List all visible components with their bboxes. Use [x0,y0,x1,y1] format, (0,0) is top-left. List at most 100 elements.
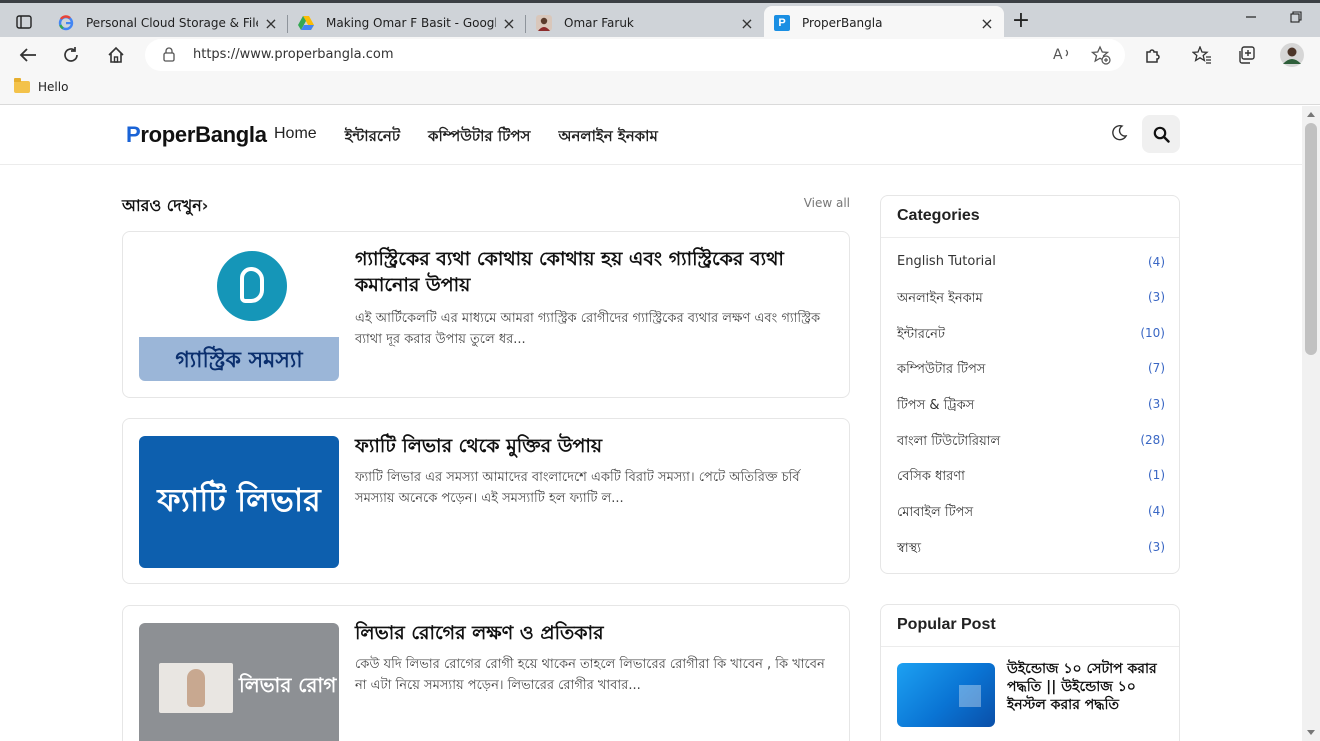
google-drive-icon [298,15,314,31]
thumbnail-caption: লিভার রোগ [239,673,337,697]
profile-photo-icon [536,15,552,31]
thumbnail-caption: গ্যাস্ট্রিক সমস্যা [175,348,303,373]
tab-actions-icon[interactable] [10,10,38,34]
popular-post-title[interactable]: উইন্ডোজ ১০ সেটাপ করার পদ্ধতি || উইন্ডোজ … [1007,660,1167,714]
category-count: (10) [1140,326,1165,340]
category-label[interactable]: টিপস & ট্রিকস [897,398,974,413]
categories-widget: Categories English Tutorial (4) অনলাইন ইন… [880,195,1180,574]
post-title[interactable]: লিভার রোগের লক্ষণ ও প্রতিকার [355,620,825,646]
post-card[interactable]: লিভার রোগ লিভার রোগের লক্ষণ ও প্রতিকার ক… [122,605,850,741]
category-label[interactable]: স্বাস্থ্য [897,541,921,556]
back-arrow-icon[interactable] [15,42,41,68]
post-card[interactable]: ফ্যাটি লিভার ফ্যাটি লিভার থেকে মুক্তির উ… [122,418,850,584]
restore-button[interactable] [1290,11,1302,27]
post-thumbnail[interactable]: গ্যাস্ট্রিক সমস্যা [139,249,339,381]
lock-icon[interactable] [163,47,175,66]
category-item[interactable]: অনলাইন ইনকাম (3) [897,289,1165,309]
post-title[interactable]: ফ্যাটি লিভার থেকে মুক্তির উপায় [355,433,825,459]
post-excerpt: এই আর্টিকেলটি এর মাধ্যমে আমরা গ্যাস্ট্রি… [355,311,821,347]
category-count: (7) [1148,361,1165,375]
category-item[interactable]: English Tutorial (4) [897,254,1165,274]
post-excerpt: কেউ যদি লিভার রোগের রোগী হয়ে থাকেন তাহল… [355,657,825,693]
address-bar[interactable]: https://www.properbangla.com A [145,39,1125,71]
close-icon[interactable]: × [980,14,994,33]
category-label[interactable]: বাংলা টিউটোরিয়াল [897,434,1000,449]
folder-icon [14,78,30,93]
category-count: (3) [1148,540,1165,554]
category-count: (3) [1148,290,1165,304]
tab-properbangla[interactable]: P ProperBangla × [764,6,1004,40]
category-item[interactable]: মোবাইল টিপস (4) [897,503,1165,523]
browser-tab-bar: Personal Cloud Storage & File Sh × Makin… [0,0,1320,40]
home-icon[interactable] [103,42,129,68]
popular-post-thumbnail[interactable] [897,663,995,727]
category-count: (3) [1148,397,1165,411]
tab-google-drive[interactable]: Making Omar F Basit - Google D × [288,6,526,40]
category-label[interactable]: ইন্টারনেট [897,327,945,342]
scrollbar-thumb[interactable] [1305,123,1317,355]
page-scrollbar[interactable] [1302,106,1320,741]
dark-mode-moon-icon[interactable] [1110,124,1128,146]
category-item[interactable]: কম্পিউটার টিপস (7) [897,360,1165,380]
nav-home[interactable]: Home [274,125,317,150]
category-label[interactable]: কম্পিউটার টিপস [897,362,985,377]
search-button[interactable] [1142,115,1180,153]
scroll-down-arrow-icon[interactable] [1307,730,1315,735]
category-count: (28) [1140,433,1165,447]
post-card[interactable]: গ্যাস্ট্রিক সমস্যা গ্যাস্ট্রিকের ব্যথা ক… [122,231,850,398]
bookmark-folder-hello[interactable]: Hello [14,78,69,94]
scroll-up-arrow-icon[interactable] [1307,112,1315,117]
search-icon [1153,126,1170,143]
nav-online-income[interactable]: অনলাইন ইনকাম [558,125,657,150]
minimize-button[interactable] [1245,11,1257,27]
new-tab-button[interactable]: + [1010,10,1032,33]
nav-internet[interactable]: ইন্টারনেট [345,125,400,150]
tab-title: Personal Cloud Storage & File Sh [86,16,258,30]
category-label[interactable]: English Tutorial [897,254,996,269]
category-item[interactable]: বাংলা টিউটোরিয়াল (28) [897,432,1165,452]
nav-computer-tips[interactable]: কম্পিউটার টিপস [428,125,530,150]
tab-omar-faruk[interactable]: Omar Faruk × [526,6,764,40]
tab-personal-cloud[interactable]: Personal Cloud Storage & File Sh × [48,6,288,40]
widget-title: Popular Post [881,605,1179,647]
category-count: (1) [1148,468,1165,482]
category-label[interactable]: অনলাইন ইনকাম [897,291,983,306]
main-nav: Home ইন্টারনেট কম্পিউটার টিপস অনলাইন ইনক… [274,125,686,150]
tab-title: Making Omar F Basit - Google D [326,16,496,30]
extensions-icon[interactable] [1140,42,1166,68]
close-icon[interactable]: × [740,14,754,33]
favorites-icon[interactable] [1189,42,1215,68]
chevron-right-icon[interactable]: › [202,196,209,215]
tab-title: ProperBangla [802,16,883,30]
refresh-icon[interactable] [58,42,84,68]
post-thumbnail[interactable]: লিভার রোগ [139,623,339,741]
close-icon[interactable]: × [502,14,516,33]
widget-title: Categories [881,196,1179,238]
close-icon[interactable]: × [264,14,278,33]
category-count: (4) [1148,255,1165,269]
category-label[interactable]: মোবাইল টিপস [897,505,973,520]
url-text[interactable]: https://www.properbangla.com [193,47,393,62]
post-thumbnail[interactable]: ফ্যাটি লিভার [139,436,339,568]
post-excerpt: ফ্যাটি লিভার এর সমস্যা আমাদের বাংলাদেশে … [355,470,800,506]
properbangla-p-icon: P [774,15,790,31]
popular-post-widget: Popular Post উইন্ডোজ ১০ সেটাপ করার পদ্ধত… [880,604,1180,741]
category-item[interactable]: টিপস & ট্রিকস (3) [897,396,1165,416]
section-header: আরও দেখুন› View all [122,193,850,215]
profile-avatar[interactable] [1279,42,1305,68]
view-all-link[interactable]: View all [804,196,850,210]
category-label[interactable]: বেসিক ধারণা [897,469,965,484]
thumbnail-caption: ফ্যাটি লিভার [157,481,321,519]
bookmark-label: Hello [38,80,69,94]
post-title[interactable]: গ্যাস্ট্রিকের ব্যথা কোথায় কোথায় হয় এব… [355,246,825,298]
site-logo[interactable]: ProperBangla [126,122,267,148]
category-item[interactable]: ইন্টারনেট (10) [897,325,1165,345]
category-item[interactable]: স্বাস্থ্য (3) [897,539,1165,559]
site-header: ProperBangla Home ইন্টারনেট কম্পিউটার টি… [0,106,1302,165]
category-item[interactable]: বেসিক ধারণা (1) [897,467,1165,487]
add-favorite-icon[interactable] [1090,45,1111,69]
section-title[interactable]: আরও দেখুন [122,196,202,215]
read-aloud-icon[interactable]: A [1053,45,1073,67]
collections-icon[interactable] [1233,42,1259,68]
category-count: (4) [1148,504,1165,518]
